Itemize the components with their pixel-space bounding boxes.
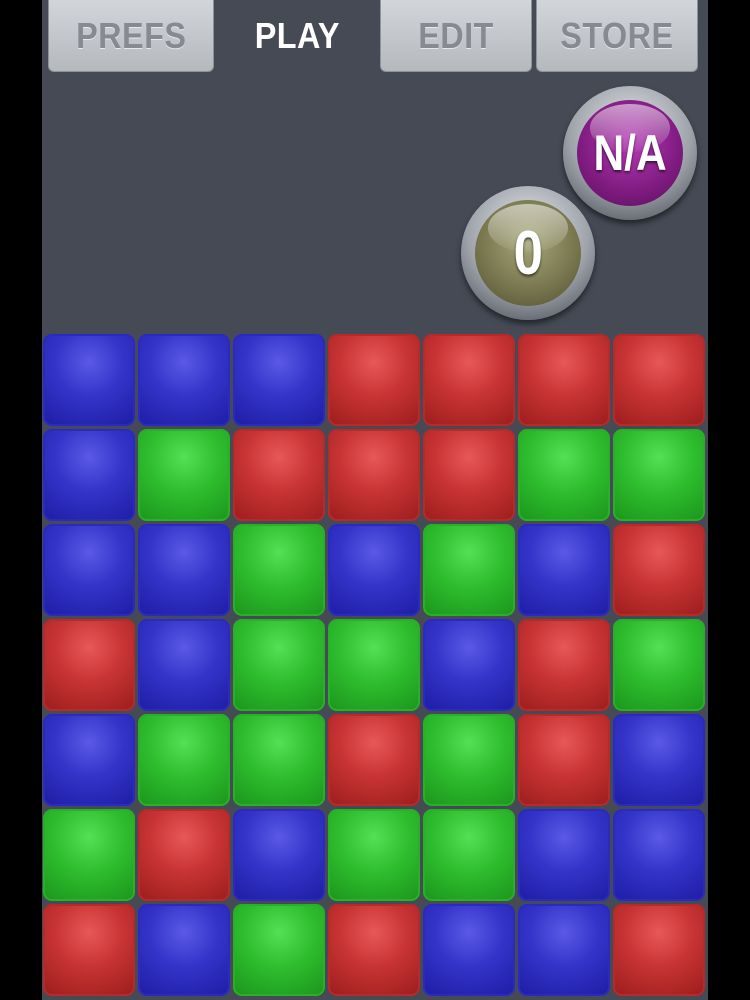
tile-red[interactable] — [518, 714, 610, 806]
tile-blue[interactable] — [138, 334, 230, 426]
tab-prefs[interactable]: PREFS — [48, 0, 214, 72]
tab-play-label: PLAY — [254, 15, 340, 56]
tab-play[interactable]: PLAY — [216, 0, 378, 72]
current-score-core: 0 — [475, 200, 581, 306]
tile-green[interactable] — [423, 714, 515, 806]
tile-blue[interactable] — [138, 619, 230, 711]
tile-blue[interactable] — [43, 429, 135, 521]
tile-red[interactable] — [138, 809, 230, 901]
tile-blue[interactable] — [328, 524, 420, 616]
tile-blue[interactable] — [233, 334, 325, 426]
tile-red[interactable] — [423, 334, 515, 426]
tile-green[interactable] — [613, 429, 705, 521]
tile-green[interactable] — [138, 429, 230, 521]
tile-red[interactable] — [613, 904, 705, 996]
tile-red[interactable] — [233, 429, 325, 521]
tile-red[interactable] — [518, 619, 610, 711]
tile-red[interactable] — [328, 714, 420, 806]
tile-blue[interactable] — [423, 904, 515, 996]
best-score-value: N/A — [593, 125, 667, 181]
tile-red[interactable] — [518, 334, 610, 426]
tile-green[interactable] — [423, 809, 515, 901]
tile-red[interactable] — [613, 524, 705, 616]
game-board — [42, 333, 708, 1000]
tab-edit-label: EDIT — [418, 14, 494, 56]
tile-green[interactable] — [518, 429, 610, 521]
tile-blue[interactable] — [613, 809, 705, 901]
tile-green[interactable] — [233, 619, 325, 711]
tile-green[interactable] — [233, 524, 325, 616]
best-score-core: N/A — [577, 100, 683, 206]
tab-prefs-label: PREFS — [75, 14, 187, 56]
tile-blue[interactable] — [613, 714, 705, 806]
tile-red[interactable] — [328, 429, 420, 521]
tile-green[interactable] — [613, 619, 705, 711]
tab-store-label: STORE — [560, 14, 674, 56]
tile-green[interactable] — [423, 524, 515, 616]
tile-blue[interactable] — [233, 809, 325, 901]
tile-blue[interactable] — [518, 524, 610, 616]
tile-blue[interactable] — [138, 524, 230, 616]
current-score-medallion: 0 — [461, 186, 595, 320]
tab-edit[interactable]: EDIT — [380, 0, 532, 72]
tile-red[interactable] — [43, 619, 135, 711]
tile-blue[interactable] — [423, 619, 515, 711]
tile-red[interactable] — [423, 429, 515, 521]
tile-red[interactable] — [328, 904, 420, 996]
tile-red[interactable] — [328, 334, 420, 426]
tile-blue[interactable] — [518, 904, 610, 996]
tile-green[interactable] — [328, 619, 420, 711]
tile-green[interactable] — [233, 714, 325, 806]
tile-green[interactable] — [43, 809, 135, 901]
game-screen: PREFS PLAY EDIT STORE N/A 0 — [42, 0, 708, 1000]
tile-red[interactable] — [613, 334, 705, 426]
tile-blue[interactable] — [138, 904, 230, 996]
tile-blue[interactable] — [43, 524, 135, 616]
tile-green[interactable] — [138, 714, 230, 806]
tab-bar: PREFS PLAY EDIT STORE — [42, 0, 708, 74]
tile-blue[interactable] — [43, 334, 135, 426]
tab-store[interactable]: STORE — [536, 0, 698, 72]
tile-red[interactable] — [43, 904, 135, 996]
tile-blue[interactable] — [518, 809, 610, 901]
best-score-medallion: N/A — [563, 86, 697, 220]
tile-green[interactable] — [328, 809, 420, 901]
tile-green[interactable] — [233, 904, 325, 996]
tile-blue[interactable] — [43, 714, 135, 806]
current-score-value: 0 — [513, 218, 543, 288]
